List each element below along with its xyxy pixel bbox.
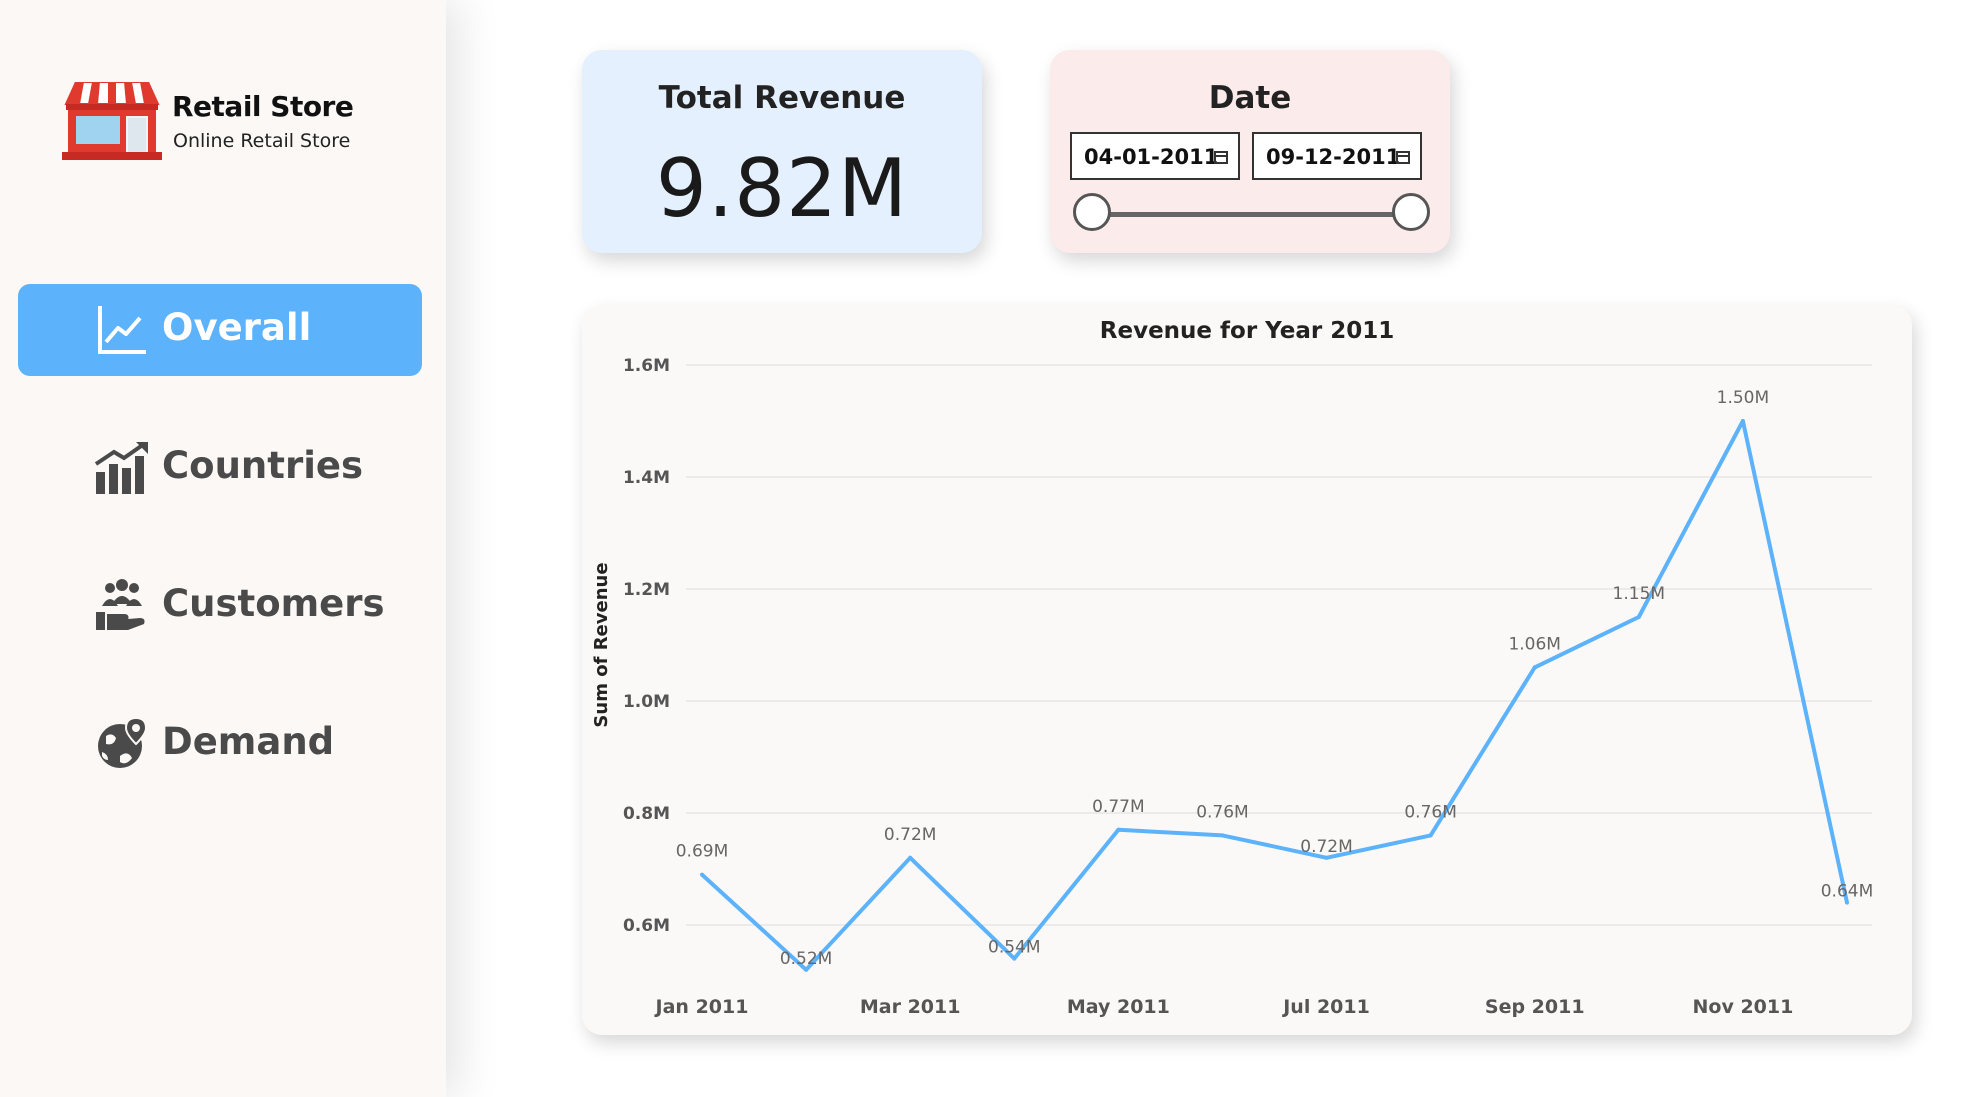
revenue-chart-card: Revenue for Year 2011 Sum of Revenue 0.6M 0… <box>582 305 1912 1035</box>
data-label: 1.06M <box>1508 634 1561 654</box>
date-filter-title: Date <box>1208 80 1292 116</box>
globe-pin-icon <box>98 716 148 768</box>
data-label: 0.77M <box>1092 797 1145 817</box>
data-label: 0.52M <box>780 949 833 969</box>
revenue-series-line <box>700 419 1849 972</box>
data-point <box>700 872 704 877</box>
data-point <box>1428 833 1433 838</box>
y-axis-label: Sum of Revenue <box>591 562 612 727</box>
nav-label-countries: Countries <box>162 444 363 487</box>
start-date-value: 04-01-2011 <box>1084 145 1219 169</box>
data-label: 0.76M <box>1196 802 1249 822</box>
kpi-title: Total Revenue <box>658 80 906 116</box>
y-tick-label: 0.6M <box>623 916 670 936</box>
end-date-input[interactable]: 09-12-2011 <box>1252 132 1422 180</box>
date-range-track[interactable] <box>1092 212 1408 217</box>
data-point <box>1740 419 1745 423</box>
data-point <box>1116 827 1121 832</box>
data-point <box>908 855 913 860</box>
data-label: 0.64M <box>1821 882 1874 902</box>
nav-item-customers[interactable]: Customers <box>18 560 422 652</box>
data-label: 0.72M <box>1300 837 1353 857</box>
data-label: 0.72M <box>884 825 937 845</box>
x-tick-label: Nov 2011 <box>1692 996 1793 1018</box>
nav-item-demand[interactable]: Demand <box>18 698 422 790</box>
data-label: 0.76M <box>1404 802 1457 822</box>
nav-label-overall: Overall <box>162 306 312 349</box>
nav-label-demand: Demand <box>162 720 335 763</box>
customers-hand-icon <box>96 579 145 630</box>
date-range-start-handle[interactable] <box>1073 193 1111 231</box>
sidebar: Retail Store Online Retail Store Overall… <box>0 0 446 1097</box>
bar-growth-icon <box>94 442 148 494</box>
chart-title: Revenue for Year 2011 <box>1100 318 1394 344</box>
y-tick-label: 1.0M <box>623 692 670 712</box>
data-label: 0.54M <box>988 938 1041 958</box>
brand-subtitle: Online Retail Store <box>173 130 351 152</box>
y-tick-label: 1.4M <box>623 468 670 488</box>
x-tick-label: Mar 2011 <box>860 996 961 1018</box>
total-revenue-card: Total Revenue 9.82M <box>582 50 982 253</box>
data-point <box>1220 833 1225 838</box>
data-label: 1.15M <box>1613 584 1666 604</box>
data-point <box>1636 615 1641 619</box>
end-date-value: 09-12-2011 <box>1266 145 1401 169</box>
kpi-value: 9.82M <box>655 142 909 235</box>
date-range-end-handle[interactable] <box>1392 193 1430 231</box>
revenue-line-chart: Revenue for Year 2011 Sum of Revenue 0.6M 0… <box>591 318 1874 1018</box>
y-tick-label: 1.6M <box>623 356 670 376</box>
x-tick-label: Jan 2011 <box>654 996 749 1018</box>
brand-title: Retail Store <box>172 90 354 123</box>
nav-label-customers: Customers <box>162 582 385 625</box>
data-point <box>1532 665 1537 670</box>
data-label: 1.50M <box>1717 388 1770 408</box>
x-tick-label: Jul 2011 <box>1281 996 1370 1018</box>
x-tick-label: May 2011 <box>1067 996 1170 1018</box>
y-tick-label: 1.2M <box>623 580 670 600</box>
x-tick-label: Sep 2011 <box>1485 996 1585 1018</box>
start-date-input[interactable]: 04-01-2011 <box>1070 132 1240 180</box>
date-filter-card: Date 04-01-2011 09-12-2011 <box>1050 50 1450 253</box>
nav-item-overall[interactable]: Overall <box>18 284 422 376</box>
y-tick-label: 0.8M <box>623 804 670 824</box>
nav-item-countries[interactable]: Countries <box>18 422 422 514</box>
calendar-icon[interactable] <box>1396 151 1410 164</box>
calendar-icon[interactable] <box>1214 151 1228 164</box>
line-chart-icon <box>98 306 146 354</box>
brand-logo: Retail Store Online Retail Store <box>62 82 382 162</box>
store-icon <box>62 82 162 160</box>
data-label: 0.69M <box>676 842 729 862</box>
